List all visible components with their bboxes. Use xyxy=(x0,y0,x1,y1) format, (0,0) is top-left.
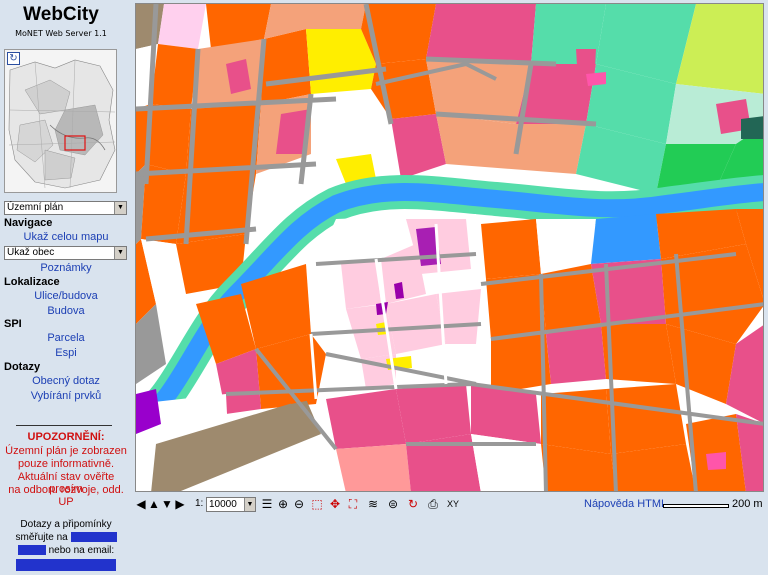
arrow-down-icon[interactable]: ▼ xyxy=(161,497,173,512)
zoom-box-icon[interactable]: ⬚ xyxy=(310,497,324,512)
refresh-icon[interactable]: ↻ xyxy=(7,52,20,65)
queries-heading: Dotazy xyxy=(4,361,41,373)
zoom-in-icon[interactable]: ⊕ xyxy=(276,497,290,512)
scale-select[interactable]: 10000 ▼ xyxy=(206,497,256,512)
full-extent-icon[interactable]: ⛶ xyxy=(346,497,360,512)
select-features-link[interactable]: Vybírání prvků xyxy=(0,390,132,402)
spi-heading: SPI xyxy=(4,318,22,330)
layer-select-value: Územní plán xyxy=(7,202,64,213)
scale-prefix: 1: xyxy=(195,498,204,509)
chevron-down-icon: ▼ xyxy=(114,202,126,214)
espi-link[interactable]: Espi xyxy=(0,347,132,359)
street-building-link[interactable]: Ulice/budova xyxy=(0,290,132,302)
localization-heading: Lokalizace xyxy=(4,276,60,288)
nav-heading: Navigace xyxy=(4,217,53,229)
notes-link[interactable]: Poznámky xyxy=(0,262,132,274)
contact-link-box[interactable] xyxy=(17,545,46,556)
map-canvas[interactable] xyxy=(135,3,764,492)
building-link[interactable]: Budova xyxy=(0,305,132,317)
xy-coordinates-button[interactable]: XY xyxy=(445,497,461,512)
map-toolbar: ◀ ▲ ▼ ▶ 1: 10000 ▼ ☰ ⊕ ⊖ ⬚ ✥ ⛶ ≋ ⊜ ↻ ⎙ X… xyxy=(135,496,764,514)
email-link-box[interactable] xyxy=(16,559,116,571)
divider xyxy=(16,425,112,426)
chevron-down-icon: ▼ xyxy=(114,247,126,259)
municipality-select-value: Ukaž obec xyxy=(7,247,55,258)
warning-line: pouze informativně. xyxy=(18,458,114,470)
arrow-right-icon[interactable]: ▶ xyxy=(174,497,186,512)
contact-link-box[interactable] xyxy=(70,532,117,543)
zoom-out-icon[interactable]: ⊖ xyxy=(292,497,306,512)
contact-line-2: směřujte na xyxy=(0,532,132,543)
contact-text: nebo na email: xyxy=(48,545,115,556)
parcel-link[interactable]: Parcela xyxy=(0,332,132,344)
contact-text: směřujte na xyxy=(15,532,68,543)
info-icon[interactable]: ⊜ xyxy=(385,497,401,512)
scale-bar xyxy=(663,504,729,508)
help-link[interactable]: Nápověda HTML xyxy=(584,498,667,510)
scale-select-value: 10000 xyxy=(209,499,237,510)
warning-line: na odboru rozvoje, odd. UP xyxy=(8,484,124,508)
contact-line-3: nebo na email: xyxy=(0,545,132,556)
layers-icon[interactable]: ≋ xyxy=(365,497,381,512)
warning-line: Územní plán je zobrazen xyxy=(5,445,127,457)
sidebar: WebCity MoNET Web Server 1.1 ↻ Územní pl… xyxy=(0,0,132,575)
pan-move-icon[interactable]: ✥ xyxy=(328,497,342,512)
municipality-select[interactable]: Ukaž obec ▼ xyxy=(4,246,127,260)
arrow-up-icon[interactable]: ▲ xyxy=(148,497,160,512)
warning-title: UPOZORNĚNÍ: xyxy=(27,431,105,443)
app-subtitle: MoNET Web Server 1.1 xyxy=(15,29,107,38)
legend-icon[interactable]: ☰ xyxy=(260,497,274,512)
arrow-left-icon[interactable]: ◀ xyxy=(135,497,147,512)
overview-map[interactable]: ↻ xyxy=(4,49,117,193)
general-query-link[interactable]: Obecný dotaz xyxy=(0,375,132,387)
layer-select[interactable]: Územní plán ▼ xyxy=(4,201,127,215)
scale-bar-label: 200 m xyxy=(732,498,763,510)
chevron-down-icon: ▼ xyxy=(244,498,255,511)
refresh-map-icon[interactable]: ↻ xyxy=(406,497,420,512)
app-title: WebCity xyxy=(23,4,99,25)
print-icon[interactable]: ⎙ xyxy=(425,497,441,512)
contact-line-1: Dotazy a připomínky xyxy=(20,519,112,530)
show-full-map-link[interactable]: Ukaž celou mapu xyxy=(0,231,132,243)
